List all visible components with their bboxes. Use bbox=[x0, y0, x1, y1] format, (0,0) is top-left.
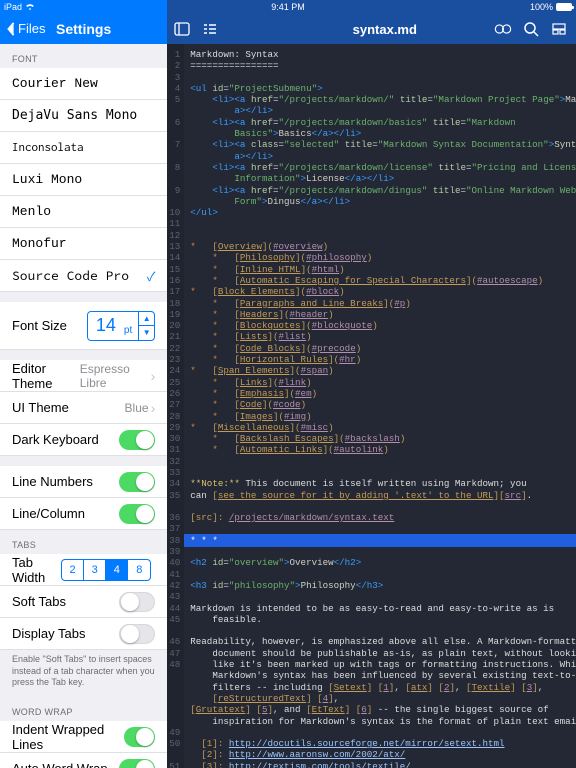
font-size-value: 14 bbox=[88, 315, 124, 336]
toggle-cell[interactable]: Indent Wrapped Lines bbox=[0, 721, 167, 753]
soft-tabs-cell[interactable]: Soft Tabs bbox=[0, 586, 167, 618]
font-option[interactable]: DejaVu Sans Mono bbox=[0, 100, 167, 132]
settings-title: Settings bbox=[56, 21, 111, 37]
switch[interactable] bbox=[124, 727, 156, 747]
cell-label: Dark Keyboard bbox=[12, 432, 99, 447]
cell-label: Indent Wrapped Lines bbox=[12, 722, 124, 752]
panel-left-icon[interactable] bbox=[173, 20, 191, 38]
font-option[interactable]: Source Code Pro ✓ bbox=[0, 260, 167, 292]
settings-panel: Files Settings FONT Courier New DejaVu Sa… bbox=[0, 0, 167, 768]
toggle-cell[interactable]: Line Numbers bbox=[0, 466, 167, 498]
font-name: Courier New bbox=[12, 76, 98, 91]
font-size-label: Font Size bbox=[12, 318, 67, 333]
font-name: Source Code Pro bbox=[12, 267, 129, 284]
theme-cell[interactable]: UI Theme Blue › bbox=[0, 392, 167, 424]
outline-icon[interactable] bbox=[201, 20, 219, 38]
back-button[interactable]: Files bbox=[6, 21, 45, 36]
switch[interactable] bbox=[119, 472, 155, 492]
device-label: iPad bbox=[4, 2, 22, 12]
font-size-cell: Font Size 14 pt ▲▼ bbox=[0, 302, 167, 350]
font-size-stepper[interactable]: 14 pt ▲▼ bbox=[87, 311, 155, 341]
stepper-down-icon[interactable]: ▼ bbox=[139, 326, 154, 340]
chevron-right-icon: › bbox=[151, 401, 156, 415]
cell-label: Auto Word Wrap bbox=[12, 761, 108, 768]
font-name: Menlo bbox=[12, 204, 51, 219]
wifi-icon bbox=[25, 3, 35, 11]
chevron-left-icon bbox=[6, 22, 16, 36]
display-tabs-label: Display Tabs bbox=[12, 626, 85, 641]
seg-option[interactable]: 2 bbox=[62, 560, 84, 580]
cell-label: Editor Theme bbox=[12, 361, 80, 391]
status-bar: iPad 9:41 PM 100% bbox=[0, 0, 576, 14]
detail-label: Blue › bbox=[125, 401, 156, 415]
line-gutter: 1234567891011121314151617181920212223242… bbox=[167, 44, 184, 768]
tab-width-segmented[interactable]: 2348 bbox=[61, 559, 151, 581]
tab-width-label: Tab Width bbox=[12, 555, 61, 585]
soft-tabs-label: Soft Tabs bbox=[12, 594, 66, 609]
tools-icon[interactable] bbox=[550, 20, 568, 38]
display-tabs-cell[interactable]: Display Tabs bbox=[0, 618, 167, 650]
font-option[interactable]: Inconsolata bbox=[0, 132, 167, 164]
font-name: DejaVu Sans Mono bbox=[12, 108, 137, 123]
clock: 9:41 PM bbox=[271, 2, 305, 12]
tab-width-cell: Tab Width 2348 bbox=[0, 554, 167, 586]
cell-label: Line/Column bbox=[12, 506, 85, 521]
switch[interactable] bbox=[119, 759, 155, 768]
search-icon[interactable] bbox=[522, 20, 540, 38]
check-icon: ✓ bbox=[147, 267, 155, 285]
tabs-footnote: Enable "Soft Tabs" to insert spaces inst… bbox=[0, 650, 167, 697]
soft-tabs-switch[interactable] bbox=[119, 592, 155, 612]
tabs-section-label: TABS bbox=[0, 530, 167, 554]
seg-option[interactable]: 8 bbox=[128, 560, 150, 580]
font-option[interactable]: Luxi Mono bbox=[0, 164, 167, 196]
theme-cell[interactable]: Editor ThemeEspresso Libre › bbox=[0, 360, 167, 392]
font-section-label: FONT bbox=[0, 44, 167, 68]
switch[interactable] bbox=[119, 430, 155, 450]
toggle-cell[interactable]: Line/Column bbox=[0, 498, 167, 530]
font-option[interactable]: Monofur bbox=[0, 228, 167, 260]
seg-option[interactable]: 3 bbox=[84, 560, 106, 580]
stepper-up-icon[interactable]: ▲ bbox=[139, 312, 154, 327]
detail-label: Espresso Libre › bbox=[80, 362, 156, 390]
battery-percent: 100% bbox=[530, 2, 553, 12]
theme-cell[interactable]: Dark Keyboard bbox=[0, 424, 167, 456]
code-area[interactable]: 1234567891011121314151617181920212223242… bbox=[167, 44, 576, 768]
switch[interactable] bbox=[119, 504, 155, 524]
battery-icon bbox=[556, 3, 572, 11]
font-option[interactable]: Courier New bbox=[0, 68, 167, 100]
cell-label: Line Numbers bbox=[12, 474, 93, 489]
font-name: Monofur bbox=[12, 236, 67, 251]
preview-icon[interactable] bbox=[494, 20, 512, 38]
code-content[interactable]: Markdown: Syntax================ <ul id=… bbox=[184, 44, 576, 768]
editor-pane: syntax.md 123456789101112131415161718192… bbox=[167, 0, 576, 768]
editor-filename: syntax.md bbox=[353, 22, 417, 37]
seg-option[interactable]: 4 bbox=[106, 560, 128, 580]
cell-label: UI Theme bbox=[12, 400, 69, 415]
back-label: Files bbox=[18, 21, 45, 36]
wrap-section-label: WORD WRAP bbox=[0, 697, 167, 721]
font-size-unit: pt bbox=[124, 325, 138, 340]
display-tabs-switch[interactable] bbox=[119, 624, 155, 644]
font-name: Inconsolata bbox=[12, 141, 84, 154]
font-option[interactable]: Menlo bbox=[0, 196, 167, 228]
font-name: Luxi Mono bbox=[12, 172, 82, 187]
chevron-right-icon: › bbox=[151, 369, 156, 383]
toggle-cell[interactable]: Auto Word Wrap bbox=[0, 753, 167, 768]
